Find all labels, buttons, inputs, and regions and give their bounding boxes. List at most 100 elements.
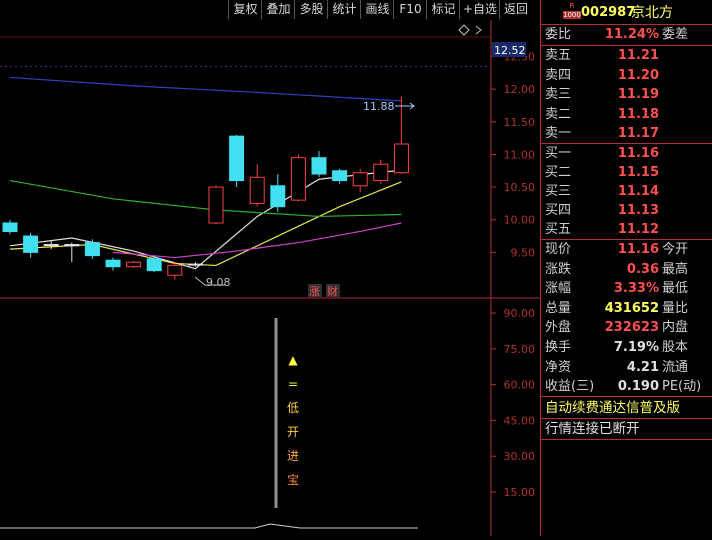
low-price-label: 9.08	[206, 276, 231, 289]
indicator-char: 开	[287, 425, 299, 439]
price-axis-labels: 12.5012.0011.5011.0010.5010.009.50	[504, 51, 536, 260]
indicator-tick-label: 90.00	[504, 307, 536, 320]
stat-row-3-label: 总量	[545, 300, 572, 316]
stock-header: R 1000 002987 京北方	[541, 2, 712, 24]
price-tick-label: 10.00	[504, 214, 536, 227]
candle-body	[167, 264, 183, 276]
indicator-char: 低	[287, 401, 299, 415]
stat-row-6: 净资 4.21 流通	[541, 358, 712, 378]
sell-row-2-label: 卖三	[545, 87, 572, 102]
stat-row-7: 收益(三) 0.190 PE(动)	[541, 377, 712, 397]
sell-row-2: 卖三 11.19	[541, 85, 712, 105]
toolbar-button-3[interactable]: 统计	[327, 0, 361, 19]
candle-body	[43, 244, 59, 247]
stat-row-7-value: 0.190	[617, 379, 659, 394]
candlesticks	[2, 97, 409, 280]
stat-row-2-label: 涨幅	[545, 281, 572, 296]
sell-row-2-value: 11.19	[617, 87, 659, 102]
stat-row-5-label: 换手	[545, 340, 572, 355]
indicator-line	[0, 523, 418, 529]
price-tick-label: 12.00	[504, 83, 536, 96]
toolbar-button-6[interactable]: 标记	[426, 0, 460, 19]
stat-row-2: 涨幅 3.33% 最低	[541, 279, 712, 299]
status-row: 行情连接已断开	[541, 419, 712, 439]
candle-body	[229, 135, 245, 182]
sell-row-4-value: 11.17	[617, 126, 659, 141]
buy-row-0-value: 11.16	[617, 146, 659, 161]
stat-row-7-label: 收益(三)	[545, 379, 595, 394]
sell-row-1: 卖四 11.20	[541, 66, 712, 86]
buy-row-3-value: 11.13	[617, 203, 659, 218]
indicator-char: =	[288, 377, 298, 391]
indicator-tick-label: 60.00	[504, 379, 536, 392]
indicator-char: ▲	[288, 353, 298, 367]
expand-arrow-icon[interactable]	[475, 25, 482, 35]
candle-body	[2, 222, 18, 232]
candle-body	[352, 172, 368, 187]
stat-row-5-value: 7.19%	[613, 340, 659, 355]
buy-row-4-label: 买五	[545, 222, 572, 237]
indicator-tick-label: 45.00	[504, 414, 536, 427]
sell-row-4-label: 卖一	[545, 126, 572, 141]
connection-status: 行情连接已断开	[545, 421, 640, 437]
indicator-tick-label: 75.00	[504, 343, 536, 356]
weibi-label: 委比	[545, 27, 572, 42]
promo-link[interactable]: 自动续费通达信普及版	[545, 398, 680, 418]
indicator-char: 宝	[287, 473, 299, 487]
stat-row-0-label2: 今开	[662, 242, 689, 257]
zhang-badge[interactable]: 涨	[309, 285, 320, 298]
indicator-signal-text: ▲ = 低开进宝	[287, 353, 299, 487]
toolbar-button-0[interactable]: 复权	[228, 0, 262, 19]
price-tick-label: 9.50	[511, 246, 536, 259]
buy-row-1-label: 买二	[545, 165, 572, 180]
stock-code: 002987	[581, 5, 636, 20]
buy-row-1-value: 11.15	[617, 165, 659, 180]
sell-row-1-label: 卖四	[545, 67, 572, 83]
cai-badge[interactable]: 财	[327, 284, 338, 298]
buy-row-4-value: 11.12	[617, 222, 659, 237]
indicator-axis-labels: 90.00 75.00 60.00 45.00 30.00 15.00	[491, 307, 535, 499]
buy-row-2: 买三 11.14	[541, 182, 712, 202]
candle-body	[64, 244, 80, 247]
candle-body	[126, 261, 142, 268]
stat-row-4-value: 232623	[604, 320, 659, 335]
stat-row-5: 换手 7.19% 股本	[541, 338, 712, 358]
candle-body	[373, 163, 389, 182]
sell-row-4: 卖一 11.17	[541, 124, 712, 144]
stat-row-1-label2: 最高	[662, 261, 689, 277]
candle-body	[105, 259, 121, 268]
badge-top: R	[569, 2, 575, 10]
sell-row-0-value: 11.21	[617, 48, 659, 63]
sell-row-0: 卖五 11.21	[541, 46, 712, 66]
candle-body	[249, 176, 265, 204]
weibi-row: 委比 11.24% 委差	[541, 25, 712, 45]
sell-row-3: 卖二 11.18	[541, 105, 712, 125]
toolbar-button-1[interactable]: 叠加	[261, 0, 295, 19]
ma-blue-line	[9, 76, 402, 102]
candle-body	[311, 157, 327, 175]
chart-area[interactable]: 12.50 12.00 11.50 11.00 10.50 10.00 9.50 90.00…	[0, 20, 540, 536]
diamond-icon[interactable]	[458, 24, 470, 36]
toolbar-button-2[interactable]: 多股	[294, 0, 328, 19]
stat-row-2-value: 3.33%	[613, 281, 659, 296]
stat-row-6-label2: 流通	[662, 359, 689, 375]
toolbar-button-5[interactable]: F10	[393, 0, 427, 19]
candle-body	[270, 185, 286, 208]
price-tick-label: 11.50	[504, 116, 536, 129]
market-badge: R 1000	[563, 2, 581, 20]
candle-body	[290, 157, 306, 201]
buy-row-0-label: 买一	[545, 146, 572, 161]
stat-row-3: 总量 431652 量比	[541, 299, 712, 319]
stat-row-0: 现价 11.16 今开	[541, 240, 712, 260]
stat-row-2-label2: 最低	[662, 281, 689, 296]
buy-row-2-label: 买三	[545, 184, 572, 199]
toolbar-button-4[interactable]: 画线	[360, 0, 394, 19]
indicator-char: 进	[287, 449, 299, 463]
toolbar-button-8[interactable]: 返回	[499, 0, 532, 19]
stock-name: 京北方	[631, 5, 673, 21]
stat-row-6-value: 4.21	[626, 359, 659, 375]
promo-row[interactable]: 自动续费通达信普及版	[541, 398, 712, 418]
badge-bottom: 1000	[563, 11, 581, 19]
stat-row-3-label2: 量比	[662, 300, 689, 316]
toolbar-button-7[interactable]: +自选	[459, 0, 500, 19]
